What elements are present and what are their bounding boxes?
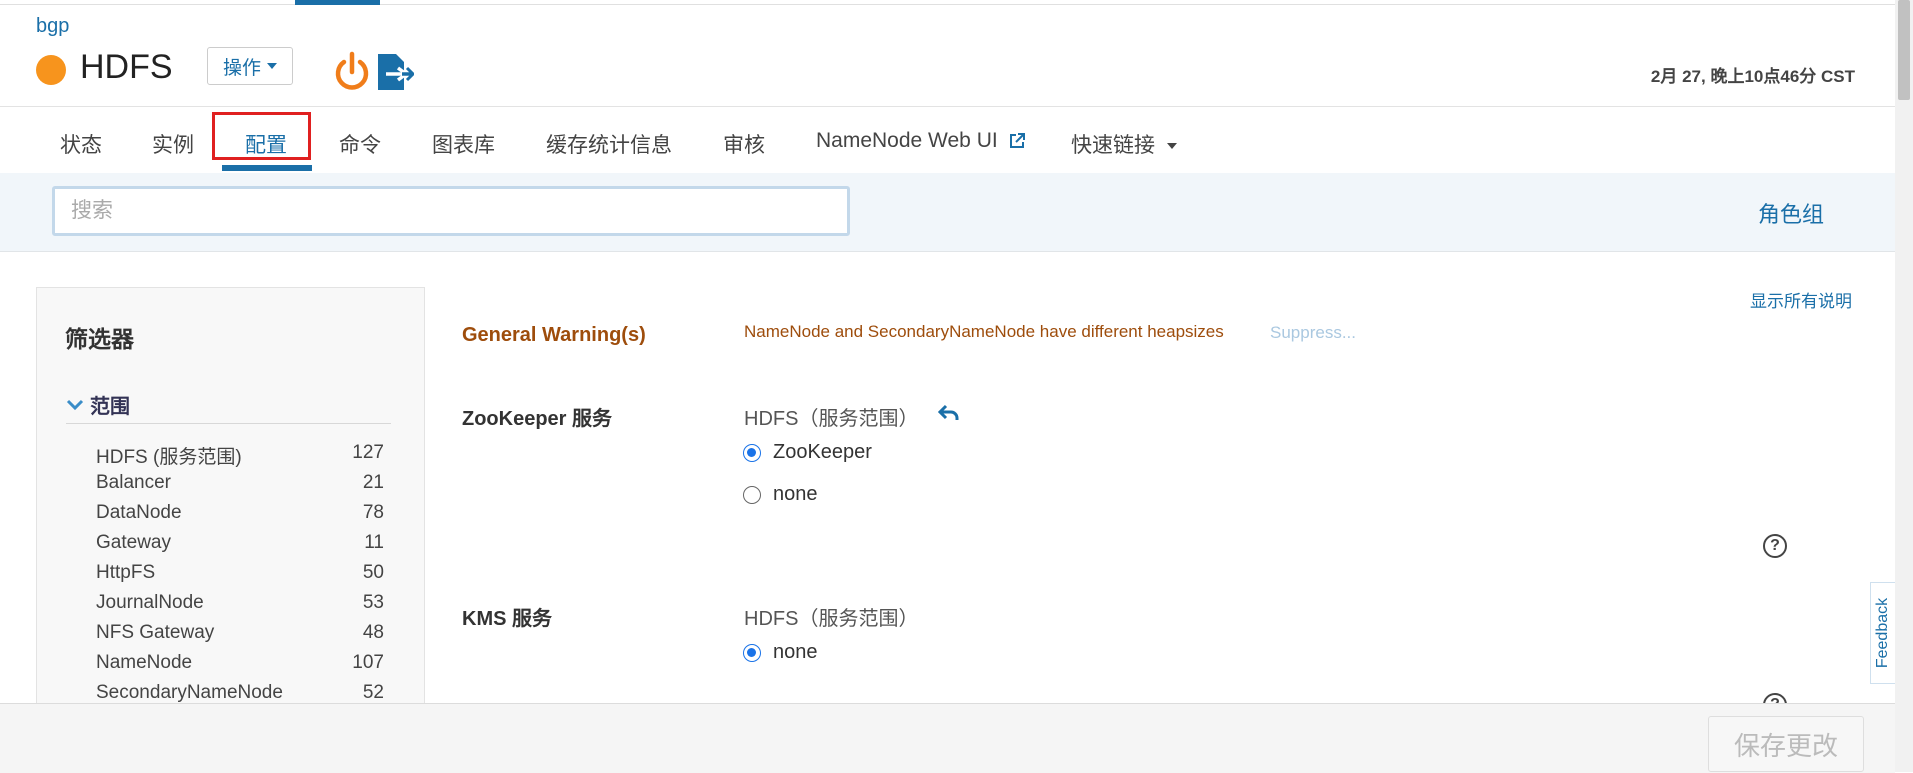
scope-item-label: DataNode xyxy=(96,502,182,523)
tab-audits[interactable]: 审核 xyxy=(723,129,765,159)
zookeeper-scope-label: HDFS（服务范围） xyxy=(744,408,919,430)
tab-instances[interactable]: 实例 xyxy=(152,129,194,159)
tab-charts-library[interactable]: 图表库 xyxy=(432,129,495,159)
caret-down-icon xyxy=(1166,143,1177,150)
chevron-down-icon xyxy=(267,63,277,69)
scope-item-label: JournalNode xyxy=(96,592,204,613)
scope-item-label: HttpFS xyxy=(96,562,156,583)
scope-item-count: 52 xyxy=(362,682,384,703)
external-link-icon xyxy=(1009,133,1025,149)
tab-bar: 状态 实例 配置 命令 图表库 缓存统计信息 审核 NameNode Web U… xyxy=(0,106,1895,174)
actions-dropdown-button[interactable]: 操作 xyxy=(207,47,293,85)
service-status-indicator xyxy=(36,55,66,85)
scope-item-journalnode[interactable]: JournalNode 53 xyxy=(96,592,386,614)
scope-item-label: NFS Gateway xyxy=(96,622,215,643)
scope-item-nfs-gateway[interactable]: NFS Gateway 48 xyxy=(96,622,386,644)
radio-label: ZooKeeper xyxy=(773,441,872,463)
radio-label: none xyxy=(773,483,818,505)
top-border xyxy=(0,4,1895,5)
kms-service-label: KMS 服务 xyxy=(462,608,552,630)
zookeeper-option-zookeeper[interactable]: ZooKeeper xyxy=(743,441,872,464)
scope-item-namenode[interactable]: NameNode 107 xyxy=(96,652,386,674)
bottom-action-bar xyxy=(0,703,1895,773)
scope-item-datanode[interactable]: DataNode 78 xyxy=(96,502,386,524)
scope-item-label: NameNode xyxy=(96,652,193,673)
scrollbar-thumb[interactable] xyxy=(1898,0,1910,100)
suppress-link[interactable]: Suppress... xyxy=(1270,323,1356,343)
zookeeper-service-label: ZooKeeper 服务 xyxy=(462,408,613,430)
zookeeper-option-none[interactable]: none xyxy=(743,483,818,506)
power-icon[interactable] xyxy=(332,50,372,94)
scope-item-count: 50 xyxy=(362,562,384,583)
scope-item-count: 21 xyxy=(362,472,384,493)
scope-item-label: HDFS (服务范围) xyxy=(96,447,242,468)
tab-quick-links[interactable]: 快速链接 xyxy=(1071,129,1177,159)
scope-item-label: SecondaryNameNode xyxy=(96,682,283,703)
scope-item-count: 11 xyxy=(364,532,384,553)
scope-item-count: 127 xyxy=(352,442,384,463)
service-title: HDFS xyxy=(80,48,173,86)
scope-item-count: 53 xyxy=(362,592,384,613)
scope-item-label: Balancer xyxy=(96,472,171,493)
radio-button[interactable] xyxy=(743,643,761,662)
kms-option-none[interactable]: none xyxy=(743,641,818,664)
warning-message: NameNode and SecondaryNameNode have diff… xyxy=(744,322,1224,341)
tab-commands[interactable]: 命令 xyxy=(339,129,381,159)
kms-scope-label: HDFS（服务范围） xyxy=(744,608,919,630)
scope-section-label: 范围 xyxy=(90,396,130,418)
highlight-box xyxy=(212,112,311,160)
tab-cache-statistics[interactable]: 缓存统计信息 xyxy=(546,129,672,159)
current-datetime: 2月 27, 晚上10点46分 CST xyxy=(1650,67,1855,86)
scope-item-hdfs-service[interactable]: HDFS (服务范围) 127 xyxy=(96,442,386,469)
scope-item-count: 78 xyxy=(362,502,384,523)
radio-button[interactable] xyxy=(743,443,761,462)
tab-namenode-web-ui[interactable]: NameNode Web UI xyxy=(816,129,1026,153)
chevron-down-icon xyxy=(66,399,84,410)
top-accent-bar xyxy=(295,0,380,5)
tab-namenode-web-ui-label: NameNode Web UI xyxy=(816,129,998,152)
feedback-tab[interactable]: Feedback xyxy=(1870,582,1896,684)
general-warnings-label: General Warning(s) xyxy=(462,324,646,346)
undo-icon[interactable] xyxy=(938,404,960,422)
radio-label: none xyxy=(773,641,818,663)
export-icon[interactable] xyxy=(374,52,414,92)
tab-quick-links-label: 快速链接 xyxy=(1071,134,1155,157)
scope-item-count: 107 xyxy=(352,652,384,673)
show-all-descriptions-link[interactable]: 显示所有说明 xyxy=(1750,287,1852,312)
scope-item-label: Gateway xyxy=(96,532,171,553)
help-icon[interactable]: ? xyxy=(1763,534,1787,558)
feedback-label: Feedback xyxy=(1874,597,1892,669)
scope-item-secondarynamenode[interactable]: SecondaryNameNode 52 xyxy=(96,682,386,704)
scope-section-toggle[interactable]: 范围 xyxy=(66,390,130,419)
scope-item-gateway[interactable]: Gateway 11 xyxy=(96,532,386,554)
active-tab-indicator xyxy=(222,165,312,171)
radio-button[interactable] xyxy=(743,485,761,504)
scope-item-httpfs[interactable]: HttpFS 50 xyxy=(96,562,386,584)
search-input[interactable] xyxy=(52,186,850,236)
role-groups-link[interactable]: 角色组 xyxy=(1758,197,1824,229)
filter-panel-title: 筛选器 xyxy=(65,326,134,352)
scope-item-balancer[interactable]: Balancer 21 xyxy=(96,472,386,494)
scrollbar-track[interactable] xyxy=(1895,0,1913,772)
cluster-link[interactable]: bgp xyxy=(36,15,69,38)
save-changes-button[interactable]: 保存更改 xyxy=(1708,716,1864,772)
divider xyxy=(66,423,391,424)
actions-label: 操作 xyxy=(222,57,261,79)
scope-item-count: 48 xyxy=(362,622,384,643)
tab-status[interactable]: 状态 xyxy=(60,129,102,159)
